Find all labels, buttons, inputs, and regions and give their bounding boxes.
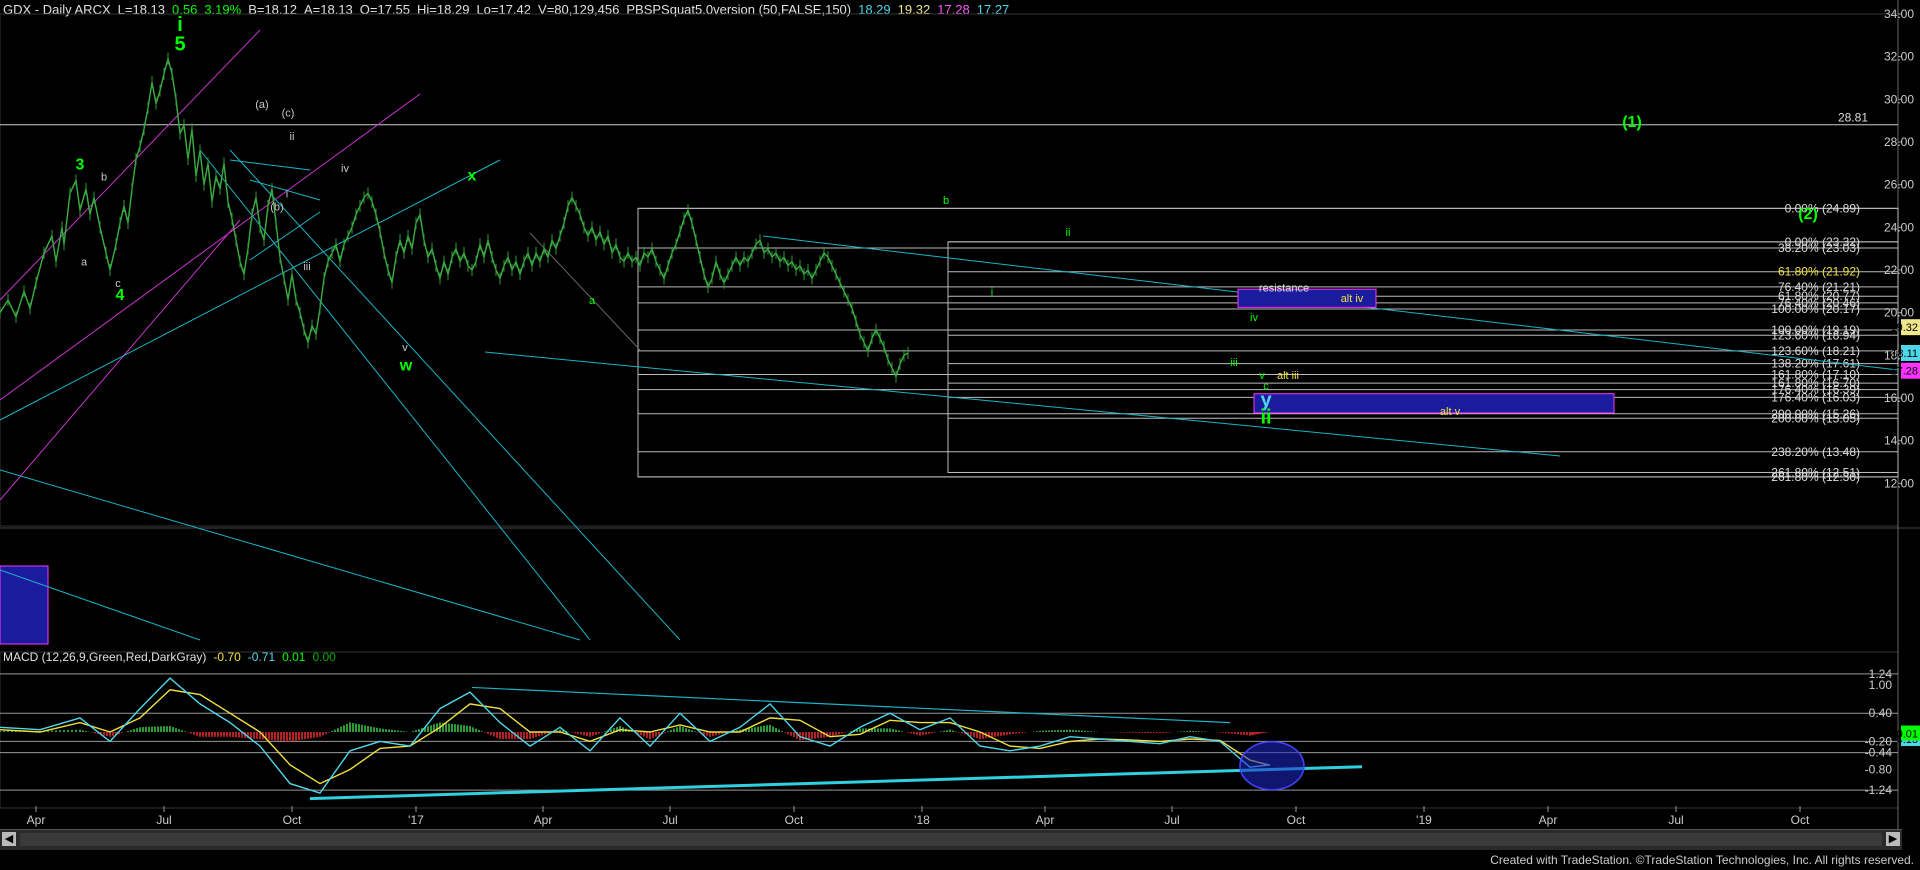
fib-level-label: 176.40% (16.03): [1771, 390, 1860, 404]
price-badge-label: 18.11: [1891, 348, 1918, 360]
x-tick-label: Apr: [534, 813, 553, 827]
x-tick-label: '18: [914, 813, 930, 827]
wave-label: b: [101, 171, 107, 183]
x-tick-label: Jul: [156, 813, 171, 827]
x-tick-label: Apr: [1539, 813, 1558, 827]
fib-level-label: 238.20% (13.48): [1771, 445, 1860, 459]
price-tick-label: 28.00: [1884, 135, 1914, 149]
fib-level-label: 100.00% (20.17): [1771, 302, 1860, 316]
wave-label: alt iv: [1341, 293, 1364, 305]
target-box: [1253, 393, 1615, 414]
wave-label: ii: [290, 131, 295, 143]
price-series-line: [0, 56, 909, 379]
x-tick-label: Apr: [1036, 813, 1055, 827]
x-tick-label: Oct: [1287, 813, 1306, 827]
trend-channel-line: [0, 29, 261, 301]
wave-label: iii: [303, 261, 310, 273]
trend-channel-line: [229, 159, 311, 171]
macd-tick-label: 0.40: [1869, 706, 1893, 720]
wave-label: c: [115, 278, 121, 290]
price-tick-label: 22.00: [1884, 263, 1914, 277]
fib-level-label: 38.20% (23.03): [1778, 241, 1860, 255]
scroll-right-arrow-icon[interactable]: ▶: [1886, 832, 1900, 846]
wave-label: x: [468, 167, 477, 184]
x-tick-label: '19: [1416, 813, 1432, 827]
scroll-left-arrow-icon[interactable]: ◀: [2, 832, 16, 846]
wave-label: resistance: [1259, 282, 1309, 294]
macd-tick-label: 1.00: [1869, 678, 1893, 692]
wave-label: alt v: [1440, 406, 1461, 418]
trend-channel-line: [0, 93, 421, 401]
price-badge-label: 17.28: [1890, 366, 1918, 378]
price-tick-label: 26.00: [1884, 178, 1914, 192]
macd-highlight-ellipse: [1239, 741, 1305, 791]
trend-channel-line: [0, 159, 501, 421]
wave-label: w: [399, 357, 413, 374]
wave-label: ii: [1260, 407, 1271, 429]
price-tick-label: 30.00: [1884, 92, 1914, 106]
wave-label: (c): [282, 107, 295, 119]
price-tick-label: 20.00: [1884, 306, 1914, 320]
fib-level-label: 61.80% (21.92): [1778, 265, 1860, 279]
wave-label: 5: [174, 33, 185, 55]
price-tick-label: 12.00: [1884, 476, 1914, 490]
fib-level-label: 261.80% (12.30): [1771, 470, 1860, 484]
x-tick-label: '17: [408, 813, 424, 827]
wave-label: ii: [1066, 227, 1071, 239]
wave-label: 3: [76, 157, 85, 174]
x-tick-label: Oct: [283, 813, 302, 827]
x-tick-label: Oct: [785, 813, 804, 827]
horizontal-scrollbar[interactable]: ◀ ▶: [0, 829, 1902, 850]
fib-level-label: 0.00% (24.89): [1785, 201, 1860, 215]
x-tick-label: Apr: [27, 813, 46, 827]
price-panel-frame: [0, 13, 1899, 527]
wave-label: b: [943, 195, 949, 207]
wave-label: (2): [1798, 206, 1818, 223]
price-chart[interactable]: 34.00 32.00 30.00 28.00 26.00 24.00 22.00 20.00…: [0, 0, 1920, 829]
horizontal-line-label: 28.81: [1838, 111, 1868, 125]
macd-trendline-lower: [309, 765, 1363, 801]
wave-label: (b): [270, 201, 283, 213]
wave-label: alt iii: [1277, 370, 1299, 382]
fib-level-label: 123.60% (18.94): [1771, 328, 1860, 342]
price-tick-label: 14.00: [1884, 434, 1914, 448]
price-tick-label: 16.00: [1884, 391, 1914, 405]
wave-label: iii: [1230, 357, 1237, 369]
wave-label: (1): [1622, 114, 1642, 131]
trend-channel-line: [229, 149, 681, 641]
wave-label: i: [991, 287, 993, 299]
x-tick-label: Oct: [1791, 813, 1810, 827]
fib-box-outer: [637, 207, 1899, 478]
macd-tick-label: -0.44: [1865, 746, 1893, 760]
fib-box-inner: [947, 241, 1899, 473]
wave-label: v: [402, 342, 408, 354]
trend-channel-line: [0, 469, 581, 641]
price-tick-label: 32.00: [1884, 50, 1914, 64]
left-blue-box: [0, 565, 49, 645]
x-tick-label: Jul: [662, 813, 677, 827]
price-tick-label: 24.00: [1884, 220, 1914, 234]
x-tick-label: Jul: [1164, 813, 1179, 827]
trend-channel-line: [199, 149, 591, 641]
price-tick-label: 34.00: [1884, 7, 1914, 21]
macd-badge-label: 0.01: [1897, 729, 1918, 741]
trend-channel-line: [529, 232, 641, 351]
wave-label: iv: [1250, 312, 1258, 324]
wave-label: a: [589, 295, 596, 307]
wave-label: i: [286, 188, 288, 200]
copyright-footer: Created with TradeStation. ©TradeStation…: [1490, 853, 1914, 867]
macd-tick-label: -1.24: [1865, 783, 1893, 797]
macd-trendline-upper: [471, 686, 1231, 724]
price-badge-label: 19.32: [1890, 322, 1918, 334]
x-tick-label: Jul: [1668, 813, 1683, 827]
wave-label: a: [81, 257, 88, 269]
macd-tick-label: -0.80: [1865, 763, 1893, 777]
scroll-track[interactable]: [20, 833, 1882, 846]
wave-label: (a): [255, 99, 268, 111]
wave-label: iv: [341, 163, 349, 175]
fib-level-label: 200.00% (15.05): [1771, 411, 1860, 425]
